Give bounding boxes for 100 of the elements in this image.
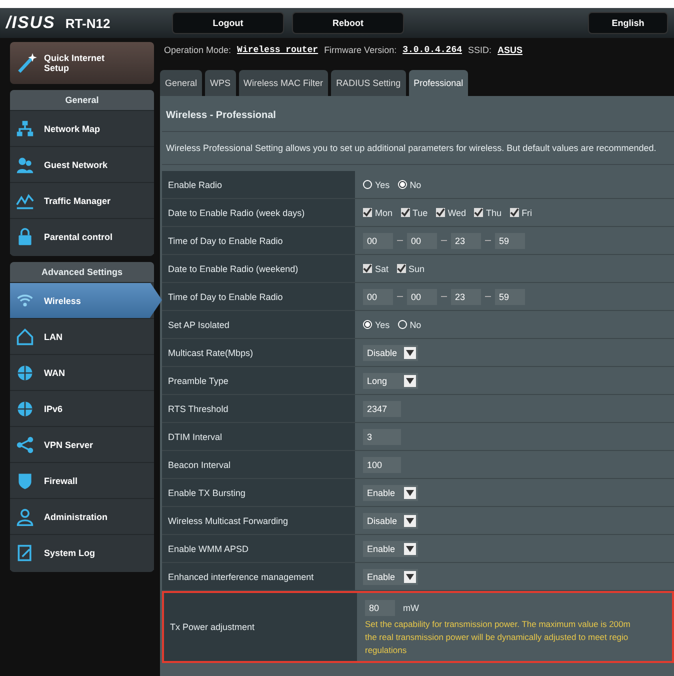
checkbox[interactable] bbox=[396, 264, 406, 273]
header-button[interactable]: Reboot bbox=[292, 12, 404, 34]
language-button[interactable]: English bbox=[588, 12, 668, 34]
firmware-link[interactable]: 3.0.0.4.264 bbox=[402, 45, 462, 55]
setting-label: Multicast Rate(Mbps) bbox=[162, 339, 355, 366]
input-field[interactable]: 80 bbox=[365, 600, 395, 616]
option-label: Mon bbox=[375, 208, 393, 218]
checkbox[interactable] bbox=[510, 208, 519, 217]
dropdown[interactable]: Long bbox=[363, 372, 418, 388]
lock-icon bbox=[16, 228, 34, 246]
shield-icon bbox=[16, 472, 34, 490]
option-label: Sun bbox=[408, 264, 425, 274]
status-label: SSID: bbox=[468, 45, 492, 55]
time-field[interactable]: 00 bbox=[363, 288, 393, 304]
panel-description: Wireless Professional Setting allows you to set up additional parameters for wireless. But default values are recommended. bbox=[162, 132, 674, 165]
input-field[interactable]: 2347 bbox=[363, 400, 401, 416]
checkbox[interactable] bbox=[363, 208, 372, 217]
people-icon bbox=[16, 156, 34, 174]
ssid-link[interactable]: ASUS bbox=[498, 45, 523, 55]
caret-icon bbox=[406, 546, 414, 552]
status-label: Firmware Version: bbox=[324, 45, 397, 55]
time-field[interactable]: 00 bbox=[407, 232, 437, 248]
radio-button[interactable] bbox=[363, 320, 372, 329]
globe-icon bbox=[16, 364, 34, 382]
person-icon bbox=[16, 508, 34, 526]
setting-label: Wireless Multicast Forwarding bbox=[162, 507, 355, 534]
section-title: General bbox=[10, 90, 154, 110]
radio-button[interactable] bbox=[363, 180, 372, 189]
unit-label: mW bbox=[403, 602, 419, 612]
setting-label: Enable WMM APSD bbox=[162, 535, 355, 562]
operation-mode-link[interactable]: Wireless router bbox=[237, 45, 318, 55]
setting-label: Date to Enable Radio (week days) bbox=[162, 199, 355, 226]
quick-setup-button[interactable]: Quick Internet Setup bbox=[10, 42, 154, 84]
network-icon bbox=[16, 120, 34, 138]
menu-item[interactable]: Parental control bbox=[10, 218, 154, 254]
setting-label: Enable TX Bursting bbox=[162, 479, 355, 506]
time-field[interactable]: 23 bbox=[451, 288, 481, 304]
note-text: Set the capability for transmission power. The maximum value is 200m bbox=[365, 618, 630, 628]
brand-logo: /ISUS bbox=[6, 13, 56, 33]
input-field[interactable]: 100 bbox=[363, 456, 401, 472]
setting-label: Preamble Type bbox=[162, 367, 355, 394]
status-label: Operation Mode: bbox=[164, 45, 232, 55]
caret-icon bbox=[406, 574, 414, 580]
setting-label: Enable Radio bbox=[162, 171, 355, 198]
checkbox[interactable] bbox=[474, 208, 484, 217]
time-field[interactable]: 59 bbox=[495, 288, 525, 304]
setting-label: RTS Threshold bbox=[162, 395, 355, 422]
radio-button[interactable] bbox=[398, 320, 407, 329]
radio-button[interactable] bbox=[398, 180, 407, 189]
input-field[interactable]: 3 bbox=[363, 428, 401, 444]
setting-label: Enhanced interference management bbox=[162, 563, 355, 590]
tab[interactable]: WPS bbox=[205, 70, 236, 96]
checkbox[interactable] bbox=[363, 264, 372, 273]
time-field[interactable]: 00 bbox=[363, 232, 393, 248]
section-title: Advanced Settings bbox=[10, 262, 154, 282]
option-label: Yes bbox=[375, 320, 390, 330]
setting-label: Set AP Isolated bbox=[162, 311, 355, 338]
dropdown[interactable]: Enable bbox=[363, 568, 418, 584]
time-field[interactable]: 00 bbox=[407, 288, 437, 304]
option-label: Sat bbox=[375, 264, 389, 274]
tab[interactable]: RADIUS Setting bbox=[331, 70, 406, 96]
caret-icon bbox=[406, 518, 414, 524]
caret-icon bbox=[406, 378, 414, 384]
wifi-icon bbox=[16, 292, 34, 310]
pencil-icon bbox=[16, 544, 34, 562]
menu-item[interactable]: Wireless bbox=[10, 282, 162, 318]
caret-icon bbox=[406, 350, 414, 356]
option-label: Thu bbox=[486, 208, 502, 218]
tab[interactable]: Wireless MAC Filter bbox=[238, 70, 328, 96]
globe-icon bbox=[16, 400, 34, 418]
time-field[interactable]: 23 bbox=[451, 232, 481, 248]
setting-label: Date to Enable Radio (weekend) bbox=[162, 255, 355, 282]
option-label: Tue bbox=[412, 208, 428, 218]
dropdown[interactable]: Enable bbox=[363, 540, 418, 556]
share-icon bbox=[16, 436, 34, 454]
setting-label: Tx Power adjustment bbox=[164, 593, 357, 661]
setting-label: Beacon Interval bbox=[162, 451, 355, 478]
dropdown[interactable]: Disable bbox=[363, 344, 418, 360]
time-field[interactable]: 59 bbox=[495, 232, 525, 248]
tab[interactable]: Professional bbox=[408, 70, 468, 96]
option-label: No bbox=[410, 320, 422, 330]
tab[interactable]: General bbox=[160, 70, 202, 96]
setting-label: DTIM Interval bbox=[162, 423, 355, 450]
menu-item[interactable]: System Log bbox=[10, 534, 154, 570]
panel-title: Wireless - Professional bbox=[162, 98, 674, 132]
checkbox[interactable] bbox=[436, 208, 445, 217]
header-button[interactable]: Logout bbox=[172, 12, 284, 34]
dropdown[interactable]: Disable bbox=[363, 512, 418, 528]
dropdown[interactable]: Enable bbox=[363, 484, 418, 500]
setting-label: Time of Day to Enable Radio bbox=[162, 227, 355, 254]
option-label: Wed bbox=[448, 208, 466, 218]
option-label: No bbox=[410, 180, 422, 190]
model-name: RT-N12 bbox=[65, 16, 110, 30]
note-text: the real transmission power will be dynamically adjusted to meet regio bbox=[365, 632, 630, 642]
note-text: regulations bbox=[365, 644, 408, 654]
setting-label: Time of Day to Enable Radio bbox=[162, 283, 355, 310]
house-icon bbox=[16, 328, 34, 346]
checkbox[interactable] bbox=[400, 208, 410, 217]
wand-icon bbox=[16, 52, 38, 74]
caret-icon bbox=[406, 490, 414, 496]
